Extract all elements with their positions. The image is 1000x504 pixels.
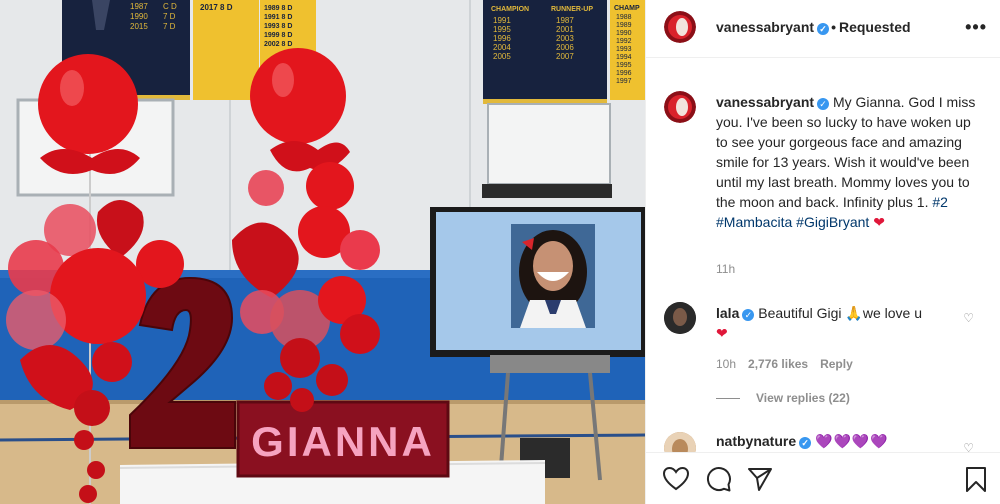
banner-far-right-header: CHAMP <box>614 5 640 12</box>
header-separator: • <box>831 19 836 35</box>
header-username[interactable]: vanessabryant <box>716 19 814 35</box>
banner-yellow-row: 1991 8 D <box>264 14 292 21</box>
comment-meta: 10h 2,776 likes Reply <box>716 357 865 371</box>
banner-far-right-year: 1988 <box>616 14 632 21</box>
banner-far-right-year: 1994 <box>616 54 632 61</box>
comment-username[interactable]: lala <box>716 305 739 321</box>
follow-status-button[interactable]: Requested <box>839 19 911 35</box>
banner-right-year: 1996 <box>493 34 511 43</box>
banner-right-header: RUNNER-UP <box>551 6 593 13</box>
banner-right-year: 1991 <box>493 16 511 25</box>
banner-right-year: 2007 <box>556 52 574 61</box>
banner-left-row: C D <box>163 2 177 11</box>
caption-timestamp[interactable]: 11h <box>716 262 735 276</box>
caption-text: vanessabryant ✓ My Gianna. God I miss you… <box>716 92 986 232</box>
header-username-line: vanessabryant ✓ • Requested <box>716 19 911 35</box>
banner-left-row: 2015 <box>130 22 148 31</box>
gianna-sign-text: GIANNA <box>251 418 435 465</box>
bookmark-icon[interactable] <box>962 465 990 493</box>
comment-text: lala ✓ Beautiful Gigi 🙏we love u ❤ <box>716 303 956 343</box>
banner-left-row: 1990 <box>130 12 148 21</box>
caption-body: My Gianna. God I miss you. I've been so … <box>716 94 976 210</box>
paper-plane-icon[interactable] <box>746 465 774 493</box>
banner-yellow-row: 1989 8 D <box>264 5 292 12</box>
post-header: vanessabryant ✓ • Requested ••• <box>646 0 1000 58</box>
banner-yellow-row: 2017 8 D <box>200 3 233 12</box>
red-heart-emoji-icon: ❤ <box>716 325 728 341</box>
verified-badge-icon: ✓ <box>799 437 812 449</box>
avatar[interactable] <box>664 302 696 334</box>
comment-likes-count[interactable]: 2,776 likes <box>748 357 808 371</box>
verified-badge-icon: ✓ <box>742 309 755 321</box>
comment-username[interactable]: natbynature <box>716 433 796 449</box>
banner-right-year: 2005 <box>493 52 511 61</box>
comment-timestamp[interactable]: 10h <box>716 357 736 371</box>
comment-body-after: we love u <box>862 305 923 321</box>
avatar-image <box>664 11 696 43</box>
more-horizontal-icon[interactable]: ••• <box>965 17 987 38</box>
banner-right-year: 2004 <box>493 43 511 52</box>
banner-right-year: 2003 <box>556 34 574 43</box>
avatar[interactable] <box>664 11 696 43</box>
folded-hands-emoji-icon: 🙏 <box>845 305 863 321</box>
verified-badge-icon: ✓ <box>817 23 830 35</box>
comment-body: Beautiful Gigi <box>758 305 842 321</box>
verified-badge-icon: ✓ <box>817 98 830 110</box>
banner-right-header: CHAMPION <box>491 6 529 13</box>
purple-hearts-emoji: 💜💜💜💜 <box>815 433 889 449</box>
post-photo[interactable]: 1987 C D 1990 7 D 2015 7 D 2017 8 D 1989… <box>0 0 645 504</box>
banner-far-right-year: 1993 <box>616 46 632 53</box>
banner-yellow-row: 1999 8 D <box>264 32 292 39</box>
comment-bubble-icon[interactable] <box>704 465 732 493</box>
hashtag-link[interactable]: #Mambacita <box>716 214 792 230</box>
banner-left-row: 7 D <box>163 12 176 21</box>
comment-like-heart-icon[interactable]: ♡ <box>963 311 974 325</box>
banner-far-right-year: 1996 <box>616 70 632 77</box>
comment-text: natbynature ✓ 💜💜💜💜 <box>716 433 889 450</box>
hashtag-link[interactable]: #2 <box>932 194 948 210</box>
photo-scene: 1987 C D 1990 7 D 2015 7 D 2017 8 D 1989… <box>0 0 645 504</box>
view-replies-button[interactable]: View replies (22) <box>716 391 850 405</box>
hashtag-link[interactable]: #GigiBryant <box>796 214 869 230</box>
banner-far-right-year: 1990 <box>616 30 632 37</box>
banner-far-right-year: 1989 <box>616 22 632 29</box>
banner-right-year: 2001 <box>556 25 574 34</box>
post-sidebar: vanessabryant ✓ • Requested ••• vanessabrya… <box>645 0 1000 504</box>
avatar[interactable] <box>664 91 696 123</box>
banner-left-row: 1987 <box>130 2 148 11</box>
caption-username[interactable]: vanessabryant <box>716 94 814 110</box>
view-replies-label: View replies (22) <box>756 391 850 405</box>
banner-right-year: 1995 <box>493 25 511 34</box>
banner-left-row: 7 D <box>163 22 176 31</box>
banner-far-right-year: 1992 <box>616 38 632 45</box>
banner-yellow-row: 1993 8 D <box>264 23 292 30</box>
replies-divider <box>716 398 740 400</box>
avatar-image <box>664 91 696 123</box>
comment-reply-button[interactable]: Reply <box>820 357 853 371</box>
banner-right-year: 1987 <box>556 16 574 25</box>
heart-outline-icon[interactable] <box>662 465 690 493</box>
banner-yellow-row: 2002 8 D <box>264 41 292 48</box>
banner-right-year: 2006 <box>556 43 574 52</box>
action-bar <box>646 452 1000 504</box>
red-heart-emoji-icon: ❤ <box>873 214 885 230</box>
avatar-image <box>664 302 696 334</box>
banner-far-right-year: 1995 <box>616 62 632 69</box>
banner-far-right-year: 1997 <box>616 78 632 85</box>
